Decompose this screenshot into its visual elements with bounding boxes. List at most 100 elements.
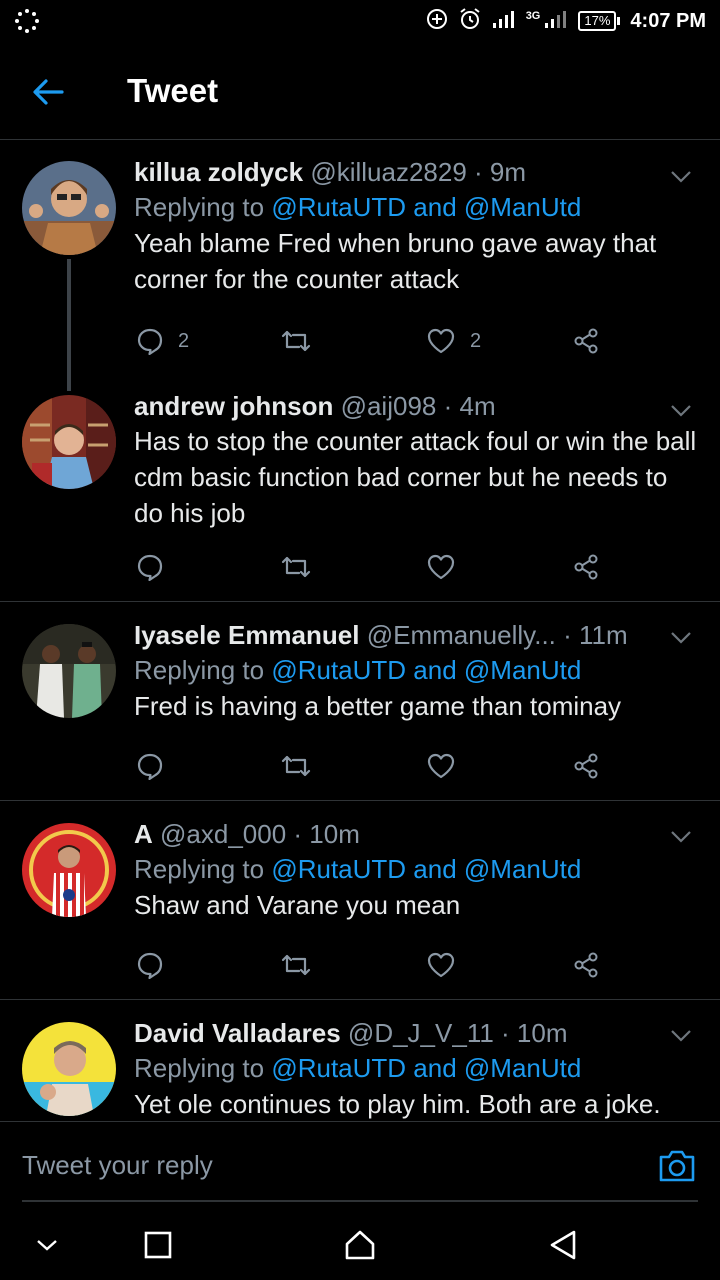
tweet-actions (134, 945, 604, 985)
arrow-left-icon (33, 79, 64, 105)
chevron-down-icon[interactable] (668, 163, 694, 189)
heart-icon (427, 328, 455, 354)
tweet-time: · 10m (293, 819, 360, 849)
retweet-button[interactable] (280, 945, 312, 985)
tweet-time: · 9m (474, 157, 527, 187)
retweet-button[interactable] (280, 547, 312, 587)
share-button[interactable] (572, 746, 600, 786)
signal-2-icon (544, 9, 568, 34)
author-name[interactable]: Iyasele Emmanuel (134, 620, 359, 650)
reply-button[interactable] (136, 746, 164, 786)
tweet-text: Has to stop the counter attack foul or w… (134, 426, 697, 528)
retweet-icon (281, 755, 311, 777)
heart-icon (427, 952, 455, 978)
back-button[interactable] (26, 70, 70, 114)
reply-feed[interactable]: killua zoldyck @killuaz2829 · 9m Replyin… (0, 141, 720, 1121)
author-name[interactable]: andrew johnson (134, 391, 333, 421)
share-button[interactable] (572, 321, 600, 361)
chevron-down-icon[interactable] (668, 1022, 694, 1048)
author-handle[interactable]: @Emmanuelly... (367, 620, 556, 650)
replying-prefix: Replying to (134, 192, 265, 222)
like-button[interactable] (426, 746, 456, 786)
share-button[interactable] (572, 945, 600, 985)
speech-bubble-icon (137, 554, 163, 581)
author-handle[interactable]: @D_J_V_11 (348, 1018, 494, 1048)
tweet-item[interactable]: David Valladares @D_J_V_11 · 10m Replyin… (0, 1000, 720, 1121)
network-type-label: 3G (525, 10, 541, 22)
square-icon (144, 1231, 172, 1259)
heart-icon (427, 753, 455, 779)
chevron-down-icon[interactable] (668, 624, 694, 650)
replying-to: Replying to @RutaUTD and @ManUtd (134, 1050, 700, 1086)
nav-hide-button[interactable] (30, 1228, 64, 1262)
mention-link[interactable]: @RutaUTD and @ManUtd (271, 1053, 581, 1083)
avatar[interactable] (22, 624, 116, 718)
author-handle[interactable]: @killuaz2829 (310, 157, 466, 187)
like-button[interactable] (426, 945, 456, 985)
replying-prefix: Replying to (134, 1053, 265, 1083)
reply-button[interactable] (136, 945, 164, 985)
reply-count: 2 (178, 329, 190, 352)
tweet-text: Fred is having a better game than tomina… (134, 691, 622, 721)
reply-input[interactable]: Tweet your reply (22, 1150, 213, 1181)
avatar[interactable] (22, 1022, 116, 1116)
tweet-item[interactable]: A @axd_000 · 10m Replying to @RutaUTD an… (0, 801, 720, 1000)
reply-input-underline (22, 1200, 698, 1202)
home-button[interactable] (343, 1228, 377, 1262)
tweet-text: Yeah blame Fred when bruno gave away tha… (134, 228, 657, 294)
reply-button[interactable]: 2 (136, 321, 189, 361)
share-icon (574, 554, 598, 580)
tweet-actions (134, 547, 604, 587)
tweet-item[interactable]: killua zoldyck @killuaz2829 · 9m Replyin… (0, 141, 720, 391)
tweet-item[interactable]: andrew johnson @aij098 · 4m Has to stop … (0, 381, 720, 602)
author-handle[interactable]: @aij098 (341, 391, 437, 421)
triangle-back-icon (550, 1230, 576, 1260)
speech-bubble-icon (137, 753, 163, 780)
avatar[interactable] (22, 395, 116, 489)
thread-connector (67, 259, 71, 391)
loading-spinner-icon (14, 8, 40, 39)
author-handle[interactable]: @axd_000 (160, 819, 286, 849)
tweet-text: Yet ole continues to play him. Both are … (134, 1089, 661, 1119)
status-time: 4:07 PM (630, 9, 706, 32)
chevron-down-icon (37, 1240, 57, 1251)
camera-icon (659, 1150, 695, 1182)
recent-apps-button[interactable] (141, 1228, 175, 1262)
mention-link[interactable]: @RutaUTD and @ManUtd (271, 854, 581, 884)
tweet-actions (134, 746, 604, 786)
reply-button[interactable] (136, 547, 164, 587)
tweet-time: · 11m (563, 620, 628, 650)
author-name[interactable]: A (134, 819, 153, 849)
like-button[interactable] (426, 547, 456, 587)
tweet-text: Shaw and Varane you mean (134, 890, 461, 920)
replying-to: Replying to @RutaUTD and @ManUtd (134, 851, 700, 887)
back-nav-button[interactable] (546, 1228, 580, 1262)
alarm-icon (458, 7, 482, 36)
page-title: Tweet (127, 72, 219, 109)
author-name[interactable]: killua zoldyck (134, 157, 303, 187)
replying-to: Replying to @RutaUTD and @ManUtd (134, 189, 700, 225)
share-icon (574, 753, 598, 779)
system-nav-bar (0, 1210, 720, 1280)
signal-icon (492, 9, 516, 34)
mention-link[interactable]: @RutaUTD and @ManUtd (271, 192, 581, 222)
retweet-button[interactable] (280, 746, 312, 786)
author-name[interactable]: David Valladares (134, 1018, 341, 1048)
share-icon (574, 952, 598, 978)
data-saver-icon (426, 8, 448, 35)
share-button[interactable] (572, 547, 600, 587)
retweet-icon (281, 556, 311, 578)
tweet-time: · 4m (443, 391, 496, 421)
chevron-down-icon[interactable] (668, 823, 694, 849)
chevron-down-icon[interactable] (668, 397, 694, 423)
camera-button[interactable] (658, 1148, 696, 1184)
tweet-item[interactable]: Iyasele Emmanuel @Emmanuelly... · 11m Re… (0, 602, 720, 801)
speech-bubble-icon (137, 952, 163, 979)
like-button[interactable]: 2 (426, 321, 481, 361)
replying-prefix: Replying to (134, 655, 265, 685)
retweet-button[interactable] (280, 321, 312, 361)
avatar[interactable] (22, 823, 116, 917)
mention-link[interactable]: @RutaUTD and @ManUtd (271, 655, 581, 685)
retweet-icon (281, 954, 311, 976)
avatar[interactable] (22, 161, 116, 255)
